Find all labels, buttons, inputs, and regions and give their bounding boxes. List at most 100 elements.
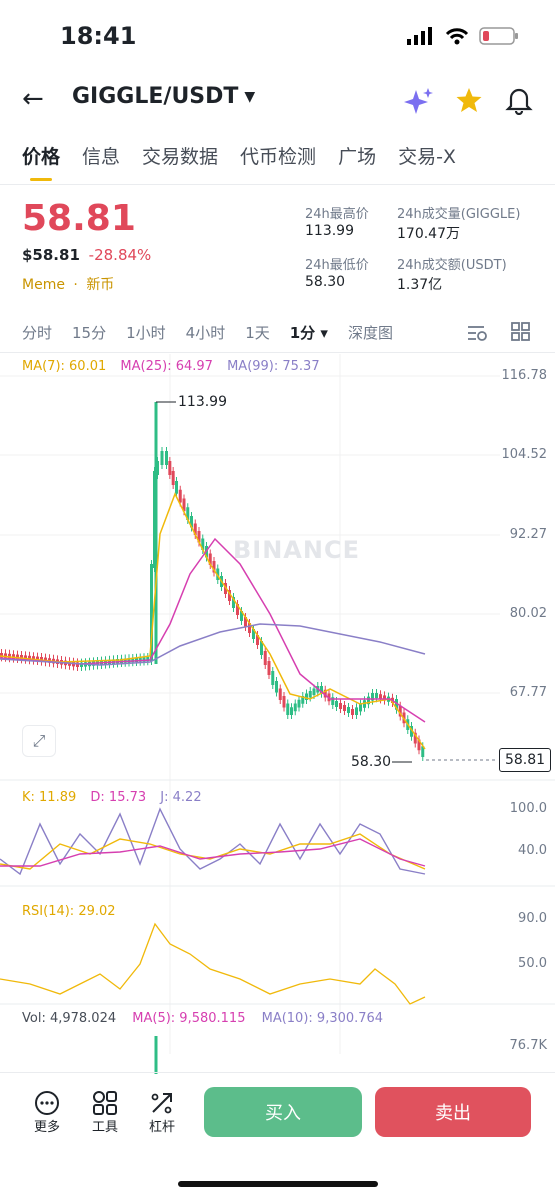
tab-info[interactable]: 信息 — [82, 142, 120, 169]
tf-depth[interactable]: 深度图 — [348, 322, 393, 343]
wifi-icon — [445, 28, 469, 45]
token-tags: Meme · 新币 — [22, 277, 115, 293]
kdj-j-line — [0, 807, 426, 876]
candle — [339, 703, 342, 709]
tag-new[interactable]: 新币 — [86, 277, 114, 293]
more-label: 更多 — [34, 1120, 61, 1135]
kline-chart[interactable] — [0, 354, 555, 1074]
fullscreen-icon[interactable]: ⤢ — [22, 725, 56, 757]
tf-1h[interactable]: 1小时 — [126, 322, 166, 343]
high-value: 113.99 — [305, 223, 354, 239]
candle — [175, 481, 178, 494]
pair-selector[interactable]: GIGGLE/USDT ▼ — [72, 84, 255, 109]
more-icon — [35, 1091, 59, 1115]
price-sub: $58.81 -28.84% — [22, 246, 151, 264]
tab-token-check[interactable]: 代币检测 — [240, 142, 316, 169]
star-icon[interactable] — [455, 86, 483, 114]
tf-1m[interactable]: 1分 ▾ — [290, 322, 328, 343]
candle — [275, 681, 278, 693]
high-label: 24h最高价 — [305, 207, 369, 222]
more-button[interactable]: 更多 — [34, 1090, 60, 1135]
low-value: 58.30 — [305, 274, 346, 290]
buy-button[interactable]: 买入 — [204, 1087, 362, 1137]
tf-1d[interactable]: 1天 — [245, 322, 270, 343]
volume-legend: Vol: 4,978.024 MA(5): 9,580.115 MA(10): … — [22, 1011, 383, 1026]
kdj-d-line — [0, 838, 426, 867]
leverage-button[interactable]: 杠杆 — [149, 1090, 175, 1135]
candle — [171, 471, 175, 485]
usd-price: $58.81 — [22, 246, 80, 264]
candle — [375, 693, 378, 699]
kdj-legend: K: 11.89 D: 15.73 J: 4.22 — [22, 790, 202, 805]
candle — [351, 709, 354, 715]
low-label: 24h最低价 — [305, 258, 369, 273]
tab-square[interactable]: 广场 — [338, 142, 376, 169]
header: ← GIGGLE/USDT ▼ — [0, 78, 555, 122]
divider — [0, 1072, 555, 1073]
tab-trading-data[interactable]: 交易数据 — [142, 142, 218, 169]
leverage-icon — [151, 1093, 172, 1114]
candle — [263, 651, 267, 665]
high-marker: 113.99 — [178, 394, 227, 410]
tools-button[interactable]: 工具 — [92, 1090, 118, 1135]
tools-label: 工具 — [92, 1120, 119, 1135]
candle — [347, 707, 350, 713]
candle — [297, 699, 301, 708]
tf-line[interactable]: 分时 — [22, 322, 52, 343]
candle — [160, 451, 164, 465]
kdj-tick: 100.0 — [509, 801, 547, 816]
vol-tick: 76.7K — [509, 1038, 547, 1053]
last-price-tag: 58.81 — [499, 748, 551, 772]
tab-trade-x[interactable]: 交易-X — [398, 142, 456, 169]
candle — [168, 461, 172, 475]
ma7-legend: MA(7): 60.01 — [22, 359, 107, 374]
grid-layout-icon[interactable] — [511, 322, 531, 342]
y-tick: 80.02 — [509, 606, 547, 621]
chart-settings-icon[interactable] — [466, 322, 488, 342]
y-tick: 67.77 — [509, 685, 547, 700]
y-tick: 116.78 — [501, 368, 548, 383]
rsi-tick: 50.0 — [518, 956, 547, 971]
candle — [286, 703, 290, 715]
kdj-k: K: 11.89 — [22, 790, 77, 805]
last-price: 58.81 — [22, 198, 136, 239]
tab-price[interactable]: 价格 — [22, 142, 60, 169]
bell-icon[interactable] — [505, 85, 533, 115]
low-marker: 58.30 — [351, 754, 392, 770]
kdj-d: D: 15.73 — [90, 790, 147, 805]
amount-label: 24h成交额(USDT) — [397, 258, 507, 273]
tf-15m[interactable]: 15分 — [72, 322, 106, 343]
candle — [178, 489, 182, 503]
divider — [0, 352, 555, 353]
back-arrow-icon[interactable]: ← — [22, 84, 44, 114]
candle — [290, 707, 293, 715]
kdj-tick: 40.0 — [518, 843, 547, 858]
amount-value: 1.37亿 — [397, 277, 443, 293]
y-tick: 104.52 — [501, 447, 548, 462]
home-indicator — [178, 1181, 378, 1187]
divider — [0, 184, 555, 185]
ma99-line — [0, 623, 426, 666]
candle — [293, 703, 297, 712]
rsi-tick: 90.0 — [518, 911, 547, 926]
signal-icon — [407, 27, 432, 45]
tf-4h[interactable]: 4小时 — [186, 322, 226, 343]
candle — [312, 688, 316, 695]
candle — [271, 671, 275, 685]
y-tick: 92.27 — [509, 527, 547, 542]
candle — [165, 451, 168, 465]
candle — [343, 705, 346, 711]
tag-meme[interactable]: Meme — [22, 277, 65, 293]
active-tab-indicator — [30, 178, 52, 181]
status-icons — [407, 26, 519, 46]
leverage-label: 杠杆 — [149, 1120, 176, 1135]
ai-sparkle-icon[interactable] — [404, 86, 434, 116]
volume-label: 24h成交量(GIGGLE) — [397, 207, 521, 222]
main-tabs: 价格 信息 交易数据 代币检测 广场 交易-X — [22, 142, 456, 169]
vol-ma5: MA(5): 9,580.115 — [132, 1011, 246, 1026]
price-change: -28.84% — [88, 246, 152, 264]
sell-button[interactable]: 卖出 — [375, 1087, 531, 1137]
candle — [282, 696, 286, 708]
candle — [359, 703, 362, 712]
battery-icon — [479, 27, 518, 45]
